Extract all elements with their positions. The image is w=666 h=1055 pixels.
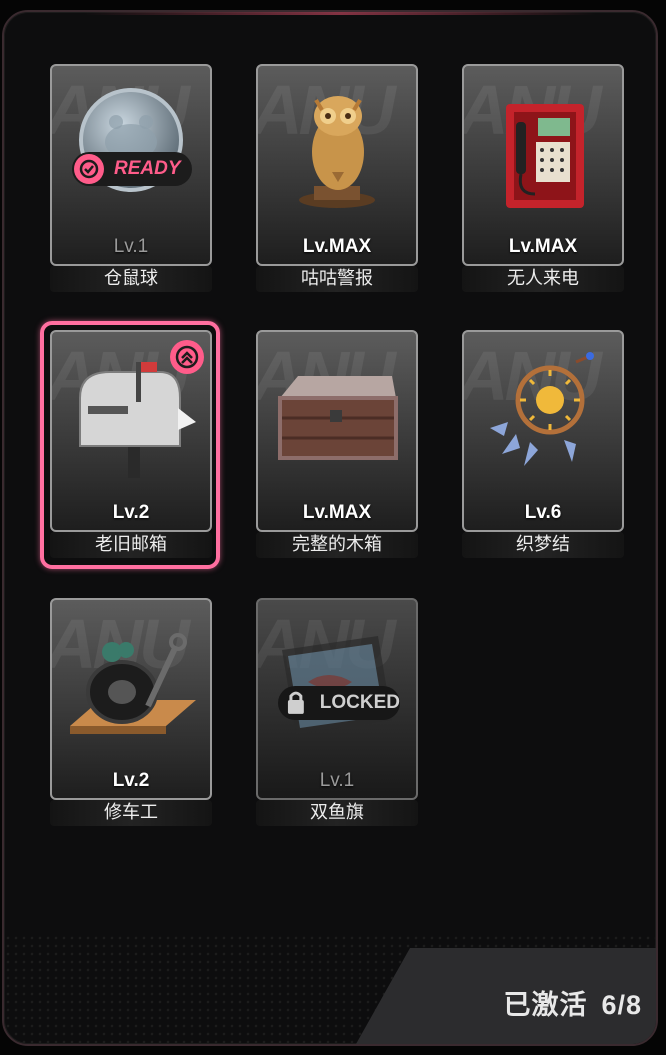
upgrade-arrow-icon	[170, 340, 204, 374]
dreamcatcher-icon	[490, 352, 594, 466]
payphone-icon	[506, 104, 584, 208]
item-card-wooden-crate[interactable]: ANU Lv.MAX 完整的木箱	[252, 326, 420, 562]
item-level: Lv.1	[113, 236, 149, 257]
item-card-old-mailbox[interactable]: ANU Lv.2 老旧邮箱	[40, 321, 220, 569]
pisces-flag-icon	[282, 636, 392, 734]
item-frame: ANU Lv.6	[462, 330, 624, 532]
item-card-hamster-ball[interactable]: ANU READY Lv.1 仓鼠球	[46, 60, 214, 296]
checkmark-circle-icon	[74, 154, 104, 184]
item-grid: ANU READY Lv.1 仓鼠球 ANU	[4, 12, 656, 1044]
item-frame: ANU Lv.MAX	[256, 330, 418, 532]
activated-count: 6/8	[601, 990, 642, 1020]
item-frame: ANU Lv.MAX	[462, 64, 624, 266]
item-name: 完整的木箱	[256, 532, 418, 558]
hamster-ball-icon	[79, 88, 183, 192]
owl-statue-icon	[299, 96, 375, 208]
item-frame: ANU Lv.2	[50, 330, 212, 532]
ready-label: READY	[114, 158, 181, 179]
item-name: 老旧邮箱	[50, 532, 212, 558]
item-level: Lv.MAX	[508, 236, 578, 257]
item-name: 咕咕警报	[256, 266, 418, 292]
lock-icon	[287, 691, 304, 714]
item-level: Lv.2	[112, 502, 150, 523]
item-level: Lv.6	[524, 502, 562, 523]
item-card-dreamcatcher[interactable]: ANU Lv.6 织梦结	[458, 326, 626, 562]
tire-wrench-icon	[70, 633, 196, 734]
activated-counter: 已激活 6/8	[503, 983, 642, 1022]
item-frame: ANU Lv.MAX	[256, 64, 418, 266]
item-name: 织梦结	[462, 532, 624, 558]
collection-panel: ANU READY Lv.1 仓鼠球 ANU	[2, 10, 658, 1046]
item-frame: ANU Lv.2	[50, 598, 212, 800]
item-name: 仓鼠球	[50, 266, 212, 292]
item-frame: ANU READY Lv.1	[50, 64, 212, 266]
item-name: 双鱼旗	[256, 800, 418, 826]
item-level: Lv.MAX	[302, 236, 372, 257]
locked-badge: LOCKED	[278, 686, 400, 720]
item-level: Lv.1	[319, 770, 355, 791]
item-level: Lv.MAX	[302, 502, 372, 523]
item-card-pisces-flag[interactable]: ANU LOCKED Lv.1 双鱼旗	[252, 594, 420, 830]
item-card-payphone[interactable]: ANU Lv.MAX 无人来电	[458, 60, 626, 296]
item-card-mechanic[interactable]: ANU Lv.2 修车工	[46, 594, 214, 830]
item-card-owl-alarm[interactable]: ANU Lv.MAX 咕咕警报	[252, 60, 420, 296]
item-name: 无人来电	[462, 266, 624, 292]
item-level: Lv.2	[112, 770, 150, 791]
locked-label: LOCKED	[319, 692, 400, 713]
item-name: 修车工	[50, 800, 212, 826]
wooden-crate-icon	[278, 376, 398, 460]
item-frame: ANU LOCKED Lv.1	[256, 598, 418, 800]
ready-badge: READY	[72, 152, 192, 186]
activated-label: 已激活	[503, 990, 588, 1021]
